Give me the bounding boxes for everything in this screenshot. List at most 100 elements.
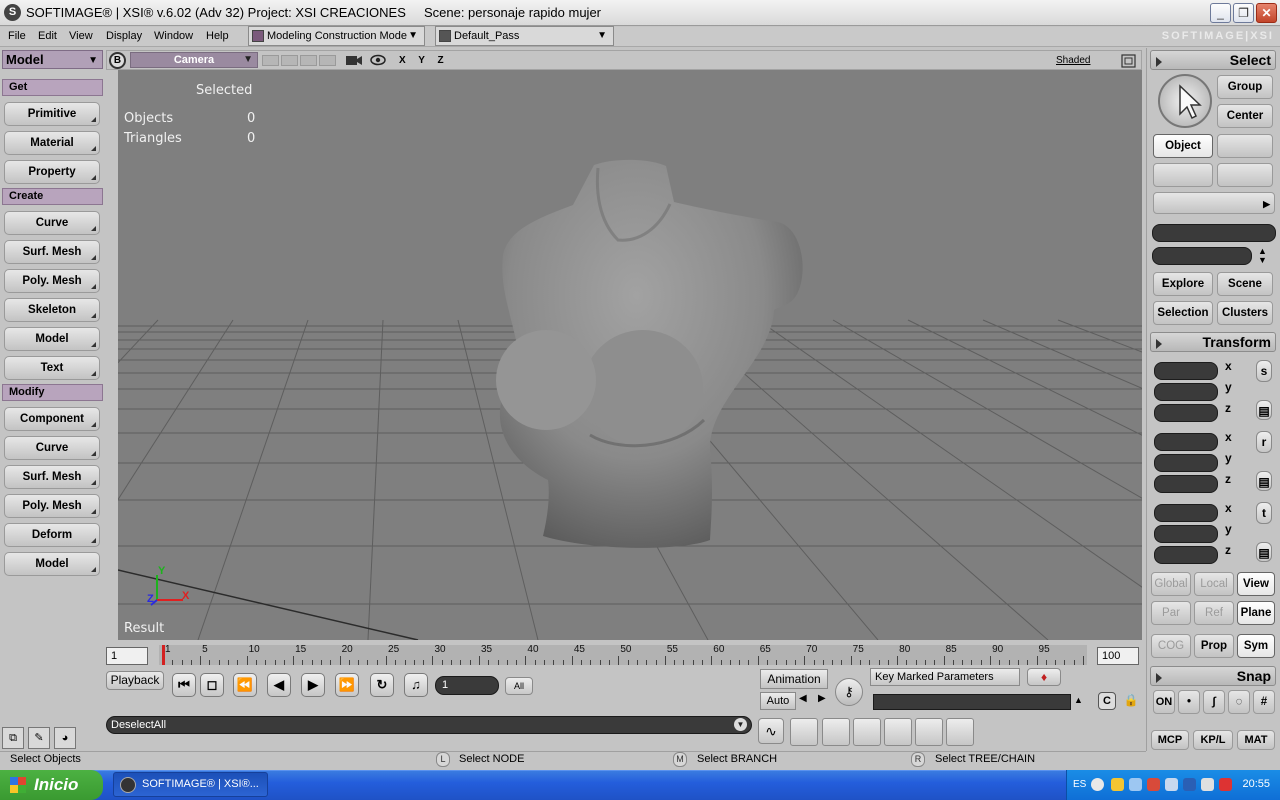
maximize-viewport-icon[interactable]: [1121, 54, 1136, 68]
stop-button[interactable]: ◻: [200, 673, 224, 697]
keyable-params-icon[interactable]: ♦: [1027, 668, 1061, 686]
security-icon[interactable]: [1219, 778, 1232, 791]
construction-history-icon[interactable]: C: [1098, 692, 1116, 710]
shading-mode-select[interactable]: Shaded: [1056, 55, 1090, 66]
scale-y-field[interactable]: [1154, 383, 1218, 401]
viewport-mini-button[interactable]: [281, 55, 298, 66]
prev-key-arrow-icon[interactable]: ◀: [799, 693, 807, 704]
center-button[interactable]: Center: [1217, 104, 1273, 128]
close-button[interactable]: ✕: [1256, 3, 1277, 23]
scale-z-field[interactable]: [1154, 404, 1218, 422]
hierarchy-icon[interactable]: ⧉: [2, 727, 24, 749]
pass-select[interactable]: Default_Pass ▼: [435, 26, 614, 46]
loop-button[interactable]: ↻: [370, 673, 394, 697]
section-modify[interactable]: Modify: [2, 384, 103, 401]
keyable-parameter-field[interactable]: [873, 694, 1071, 710]
module-select[interactable]: Model ▼: [2, 50, 103, 69]
modify-component-button[interactable]: Component: [4, 407, 100, 431]
key-icon[interactable]: ⚷: [835, 678, 863, 706]
layout-quad-button[interactable]: [853, 718, 881, 746]
rotate-z-label[interactable]: z: [1225, 472, 1231, 486]
rotate-y-field[interactable]: [1154, 454, 1218, 472]
create-model-button[interactable]: Model: [4, 327, 100, 351]
local-button[interactable]: Local: [1194, 572, 1234, 596]
shield-icon[interactable]: [1111, 778, 1124, 791]
current-frame-field[interactable]: 1: [435, 676, 499, 695]
modify-curve-button[interactable]: Curve: [4, 436, 100, 460]
tab-mat[interactable]: MAT: [1237, 730, 1275, 750]
scene-button[interactable]: Scene: [1217, 272, 1273, 296]
rotate-x-label[interactable]: x: [1225, 430, 1232, 444]
audio-button[interactable]: ♫: [404, 673, 428, 697]
modify-model-button[interactable]: Model: [4, 552, 100, 576]
eye-icon[interactable]: [370, 54, 386, 66]
rotate-x-field[interactable]: [1154, 433, 1218, 451]
all-button[interactable]: All: [505, 677, 533, 695]
network-warning-icon[interactable]: [1147, 778, 1160, 791]
translate-options-icon[interactable]: ▤: [1256, 542, 1272, 562]
viewport-mini-button[interactable]: [300, 55, 317, 66]
animation-menu-button[interactable]: Animation: [760, 669, 828, 689]
network-icon[interactable]: [1129, 778, 1142, 791]
material-button[interactable]: Material: [4, 131, 100, 155]
3d-viewport[interactable]: Selected Objects 0 Triangles 0 Result Y …: [118, 70, 1142, 640]
section-create[interactable]: Create: [2, 188, 103, 205]
select-tool-button[interactable]: [1158, 74, 1212, 128]
chevron-down-icon[interactable]: ▼: [734, 718, 747, 731]
snap-on-button[interactable]: ON: [1153, 690, 1175, 714]
softimage-app-icon[interactable]: S: [4, 4, 21, 21]
snap-surface-icon[interactable]: ◌: [1228, 690, 1250, 714]
scale-y-label[interactable]: y: [1225, 380, 1232, 394]
start-button[interactable]: Inicio: [0, 770, 103, 800]
create-surf-mesh-button[interactable]: Surf. Mesh: [4, 240, 100, 264]
play-forward-button[interactable]: ▶: [301, 673, 325, 697]
snap-panel-header[interactable]: Snap: [1150, 666, 1276, 686]
transform-panel-header[interactable]: Transform: [1150, 332, 1276, 352]
lock-icon[interactable]: 🔒: [1122, 692, 1140, 710]
layout-split-button[interactable]: [822, 718, 850, 746]
chevron-up-icon[interactable]: ▲: [1074, 695, 1083, 705]
modify-surf-mesh-button[interactable]: Surf. Mesh: [4, 465, 100, 489]
snap-point-icon[interactable]: •: [1178, 690, 1200, 714]
key-marked-parameters-button[interactable]: Key Marked Parameters: [870, 668, 1020, 686]
play-backward-button[interactable]: ◀: [267, 673, 291, 697]
translate-y-field[interactable]: [1154, 525, 1218, 543]
maximize-button[interactable]: ❐: [1233, 3, 1254, 23]
next-key-arrow-icon[interactable]: ▶: [818, 693, 826, 704]
translate-x-field[interactable]: [1154, 504, 1218, 522]
primitive-button[interactable]: Primitive: [4, 102, 100, 126]
par-button[interactable]: Par: [1151, 601, 1191, 625]
menu-window[interactable]: Window: [154, 30, 193, 42]
printer-icon[interactable]: [1201, 778, 1214, 791]
scale-x-label[interactable]: x: [1225, 359, 1232, 373]
next-key-button[interactable]: ⏩: [335, 673, 359, 697]
select-panel-header[interactable]: Select: [1150, 50, 1276, 70]
filter-slot-button[interactable]: [1217, 134, 1273, 158]
viewport-mini-button[interactable]: [262, 55, 279, 66]
scale-z-label[interactable]: z: [1225, 401, 1231, 415]
scale-options-icon[interactable]: ▤: [1256, 400, 1272, 420]
rotate-y-label[interactable]: y: [1225, 451, 1232, 465]
create-skeleton-button[interactable]: Skeleton: [4, 298, 100, 322]
menu-edit[interactable]: Edit: [38, 30, 57, 42]
menu-help[interactable]: Help: [206, 30, 229, 42]
selection-button[interactable]: Selection: [1153, 301, 1213, 325]
object-filter-button[interactable]: Object: [1153, 134, 1213, 158]
torso-model[interactable]: [496, 159, 803, 548]
previous-key-button[interactable]: ⏪: [233, 673, 257, 697]
palette-icon[interactable]: ◕: [54, 727, 76, 749]
timeline-start-field[interactable]: 1: [106, 647, 148, 665]
selection-filter-select[interactable]: ▶: [1153, 192, 1275, 214]
ref-button[interactable]: Ref: [1194, 601, 1234, 625]
layout-fcurve-button[interactable]: [790, 718, 818, 746]
tab-mcp[interactable]: MCP: [1151, 730, 1189, 750]
filter-slot-button[interactable]: [1217, 163, 1273, 187]
viewport-axes-toggle[interactable]: X Y Z: [399, 55, 449, 66]
viewport-letter-button[interactable]: B: [109, 52, 126, 69]
translate-z-field[interactable]: [1154, 546, 1218, 564]
spinner-icon[interactable]: ▲ ▼: [1258, 247, 1267, 265]
view-button[interactable]: View: [1237, 572, 1275, 596]
modify-deform-button[interactable]: Deform: [4, 523, 100, 547]
translate-x-label[interactable]: x: [1225, 501, 1232, 515]
global-button[interactable]: Global: [1151, 572, 1191, 596]
